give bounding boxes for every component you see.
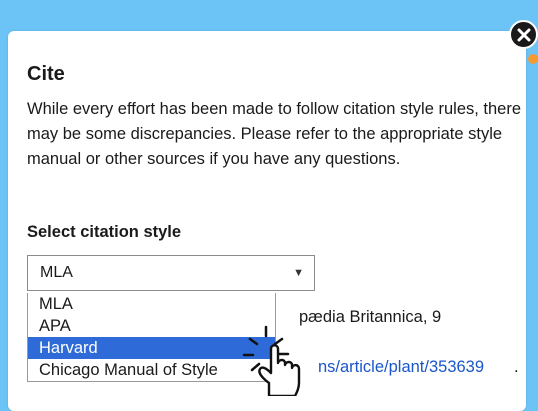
dialog-title: Cite xyxy=(27,63,65,85)
citation-style-select[interactable]: MLA ▼ xyxy=(27,255,315,291)
close-icon xyxy=(517,28,530,41)
selected-style: MLA xyxy=(40,264,73,281)
citation-style-label: Select citation style xyxy=(27,223,182,241)
close-button[interactable] xyxy=(509,20,538,49)
option-mla[interactable]: MLA xyxy=(28,293,275,315)
citation-link[interactable]: ns/article/plant/353639 xyxy=(318,358,484,377)
hand-pointer-icon xyxy=(242,325,301,396)
citation-period: . xyxy=(514,358,519,376)
dropdown-arrow-icon: ▼ xyxy=(293,267,304,279)
dialog-description: While every effort has been made to foll… xyxy=(27,100,522,168)
accent-dot xyxy=(528,54,538,64)
